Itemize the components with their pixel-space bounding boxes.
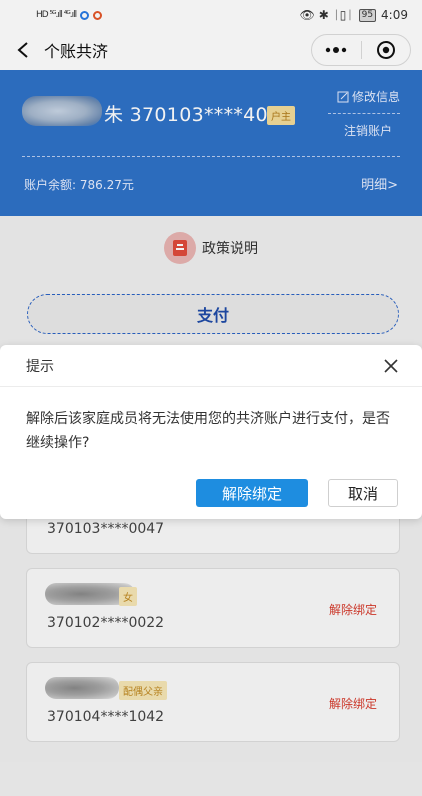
account-balance: 账户余额: 786.27元 xyxy=(24,178,134,192)
member-name-redaction xyxy=(45,677,119,699)
nav-bar: 个账共济 xyxy=(0,30,422,70)
status-left: HD ⁵ᴳ.ıll ⁴ᴳ.ıll xyxy=(36,10,103,20)
status-icons: 👁 ✱ ᛁ▯ᛁ xyxy=(299,8,354,22)
policy-row[interactable]: 政策说明 xyxy=(0,232,422,264)
edit-info-label: 修改信息 xyxy=(351,90,400,104)
member-id: 370102****0022 xyxy=(47,615,165,631)
member-card: 配偶父亲 370104****1042 解除绑定 xyxy=(26,662,400,742)
member-badge: 女 xyxy=(119,587,137,606)
account-id: 朱 370103****4016 xyxy=(104,104,293,126)
more-menu-icon[interactable] xyxy=(312,35,361,65)
member-id: 370104****1042 xyxy=(47,709,165,725)
name-redaction xyxy=(22,96,102,126)
account-card: 朱 370103****4016 户主 修改信息 注销账户 账户余额: 786.… xyxy=(0,70,422,216)
back-arrow-icon[interactable] xyxy=(10,37,36,63)
cancel-account-link[interactable]: 注销账户 xyxy=(344,122,392,139)
policy-document-icon xyxy=(164,232,196,264)
confirm-dialog: 提示 解除后该家庭成员将无法使用您的共济账户进行支付，是否继续操作? 解除绑定 … xyxy=(0,345,422,519)
detail-link[interactable]: 明细> xyxy=(361,174,398,193)
unbind-button[interactable]: 解除绑定 xyxy=(329,601,377,618)
page-title: 个账共济 xyxy=(44,42,109,61)
status-right: 👁 ✱ ᛁ▯ᛁ 95 4:09 xyxy=(300,8,408,22)
member-card: 女 370102****0022 解除绑定 xyxy=(26,568,400,648)
signal-text: HD ⁵ᴳ.ıll ⁴ᴳ.ıll xyxy=(36,10,77,20)
status-bar: HD ⁵ᴳ.ıll ⁴ᴳ.ıll 👁 ✱ ᛁ▯ᛁ 95 4:09 xyxy=(0,0,422,30)
close-program-icon[interactable] xyxy=(362,35,411,65)
unbind-button[interactable]: 解除绑定 xyxy=(329,695,377,712)
mini-program-capsule xyxy=(311,34,411,66)
dialog-header: 提示 xyxy=(0,345,422,387)
edit-icon xyxy=(337,91,349,102)
app-notification-icon xyxy=(80,10,90,20)
unbind-confirm-button[interactable]: 解除绑定 xyxy=(196,479,308,507)
dialog-actions: 解除绑定 取消 xyxy=(196,479,398,507)
member-badge: 配偶父亲 xyxy=(119,681,167,700)
edit-divider xyxy=(328,113,400,114)
role-badge: 户主 xyxy=(267,106,295,125)
edit-info-link[interactable]: 修改信息 xyxy=(337,88,400,105)
policy-label: 政策说明 xyxy=(202,241,258,257)
cancel-button[interactable]: 取消 xyxy=(328,479,398,507)
card-divider xyxy=(22,156,400,157)
pay-button[interactable]: 支付 xyxy=(27,294,399,334)
app-notification-icon-2 xyxy=(93,10,103,20)
member-id: 370103****0047 xyxy=(47,521,165,537)
close-icon[interactable] xyxy=(380,355,402,377)
status-time: 4:09 xyxy=(381,8,408,22)
dialog-message: 解除后该家庭成员将无法使用您的共济账户进行支付，是否继续操作? xyxy=(26,411,390,451)
dialog-title: 提示 xyxy=(26,358,54,375)
battery-icon: 95 xyxy=(358,8,377,22)
